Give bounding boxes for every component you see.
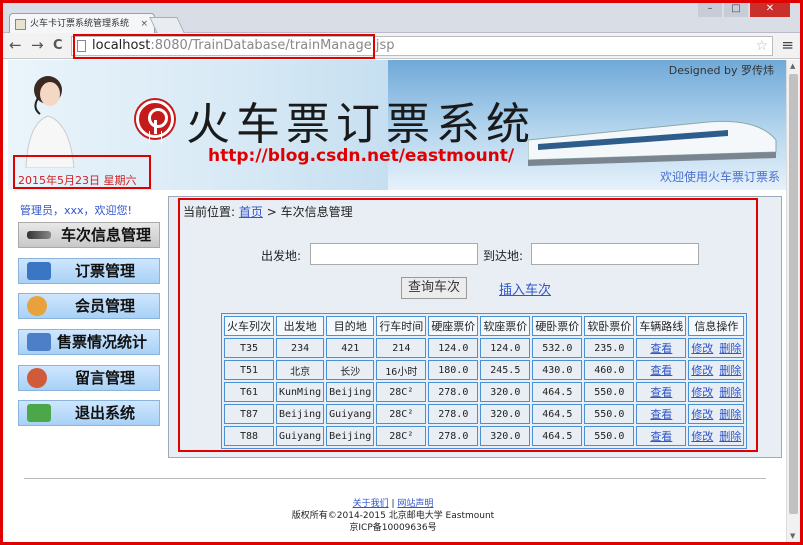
copyright-text: 版权所有©2014-2015 北京邮电大学 Eastmount [291,511,495,521]
sidebar-item-booking[interactable]: 订票管理 [18,258,160,284]
close-window-button[interactable]: ✕ [750,3,790,17]
reload-button[interactable]: C [53,38,63,53]
scroll-down-icon[interactable]: ▼ [790,532,795,540]
page-favicon-icon [15,19,26,30]
scroll-up-icon[interactable]: ▲ [790,62,795,70]
back-button[interactable]: ← [9,36,22,54]
window-controls: – □ ✕ [698,3,790,17]
sidebar-item-label: 车次信息管理 [61,226,152,244]
railway-logo-icon [136,100,174,138]
sidebar: 管理员，xxx，欢迎您! 车次信息管理 订票管理 会员管理 售票情况统计 留言管… [8,196,160,458]
logout-icon [27,404,51,422]
content-highlight-box [178,198,758,452]
sidebar-item-label: 退出系统 [75,404,136,422]
browser-tab-bar: 火车卡订票系统管理系统 × – □ ✕ [3,3,800,34]
footer-links: 关于我们 | 网站声明 [0,498,786,510]
welcome-marquee: 欢迎使用火车票订票系 [659,170,780,184]
ticket-icon [27,262,51,280]
tab-title: 火车卡订票系统管理系统 [30,19,130,29]
date-highlight-box [13,155,151,189]
designed-by-text: Designed by 罗传炜 [668,64,774,77]
browser-menu-icon[interactable]: ≡ [781,36,794,54]
page-scrollbar[interactable]: ▲ ▼ [786,60,800,542]
sidebar-item-label: 订票管理 [75,262,136,280]
scroll-thumb[interactable] [789,74,798,514]
bookmark-star-icon[interactable]: ☆ [755,37,768,55]
forward-button[interactable]: → [31,36,44,54]
admin-greeting: 管理员，xxx，欢迎您! [20,204,132,217]
sidebar-item-logout[interactable]: 退出系统 [18,400,160,426]
maximize-button[interactable]: □ [724,3,748,17]
about-us-link[interactable]: 关于我们 [353,499,389,509]
sidebar-item-label: 售票情况统计 [57,333,148,351]
site-title: 火车票订票系统 [186,99,536,150]
minimize-button[interactable]: – [698,3,722,17]
tab-close-icon[interactable]: × [140,14,148,34]
url-highlight-box [73,34,375,59]
footer: 关于我们 | 网站声明 版权所有©2014-2015 北京邮电大学 Eastmo… [0,498,786,534]
train-icon [27,231,51,239]
sidebar-item-messages[interactable]: 留言管理 [18,365,160,391]
train-illustration-icon [528,120,777,166]
sidebar-item-label: 留言管理 [75,369,136,387]
sidebar-item-train-info[interactable]: 车次信息管理 [18,222,160,248]
stats-icon [27,333,51,351]
site-statement-link[interactable]: 网站声明 [397,499,433,509]
site-url-text: http://blog.csdn.net/eastmount/ [208,146,515,166]
icp-text: 京ICP备10009636号 [349,523,437,533]
member-icon [27,296,47,316]
message-icon [27,368,47,388]
operator-illustration-icon [25,76,75,168]
sidebar-item-label: 会员管理 [75,297,136,315]
browser-tab[interactable]: 火车卡订票系统管理系统 × [9,13,155,34]
footer-divider [24,478,766,479]
sidebar-item-statistics[interactable]: 售票情况统计 [18,329,160,355]
sidebar-item-members[interactable]: 会员管理 [18,293,160,319]
